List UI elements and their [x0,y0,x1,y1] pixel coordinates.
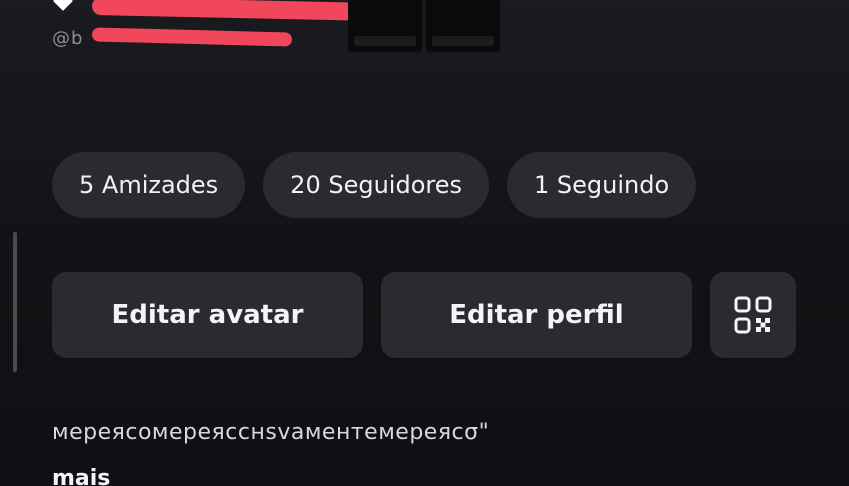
qr-code-icon [734,296,772,334]
avatar-thumbnail[interactable] [348,0,422,52]
qr-code-button[interactable] [710,272,796,358]
stats-row: 5 Amizades 20 Seguidores 1 Seguindo [52,152,697,218]
edit-profile-button[interactable]: Editar perfil [381,272,692,358]
profile-handle: @b [52,28,84,49]
bio-more-link[interactable]: mais [52,466,110,486]
friends-count-pill[interactable]: 5 Amizades [52,152,246,218]
followers-count-pill[interactable]: 20 Seguidores [263,152,489,218]
display-name-redaction [91,0,381,22]
edit-avatar-button[interactable]: Editar avatar [52,272,363,358]
avatar-thumbnail[interactable] [426,0,500,52]
profile-actions: Editar avatar Editar perfil [52,272,796,358]
profile-screen: @b 5 Amizades 20 Seguidores 1 Seguindo E… [0,0,849,486]
scrollbar[interactable] [13,232,17,372]
display-name-marker [53,0,73,11]
profile-bio: мереясомереясснѕvaмeнтемереясσ" [52,420,490,445]
following-count-pill[interactable]: 1 Seguindo [506,152,697,218]
handle-redaction [91,27,293,47]
